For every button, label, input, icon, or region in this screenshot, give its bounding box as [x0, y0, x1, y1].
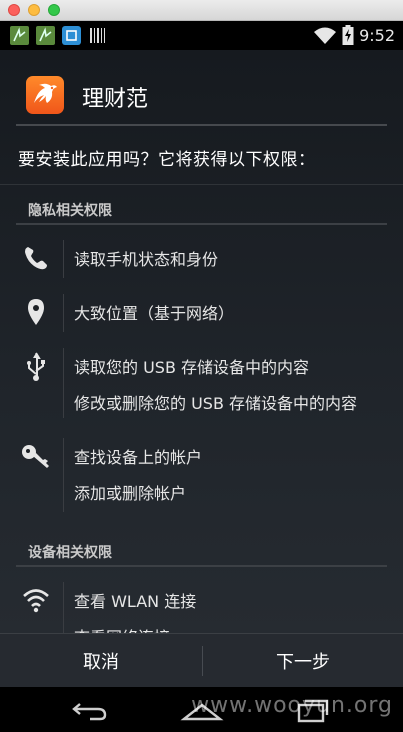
window-minimize-button[interactable] [28, 4, 40, 16]
window-close-button[interactable] [8, 4, 20, 16]
app-name: 理财范 [82, 87, 149, 112]
permission-item-network: 查看 WLAN 连接 查看网络连接 [0, 582, 403, 633]
phone-icon [20, 244, 52, 276]
permission-line: 查找设备上的帐户 [74, 448, 203, 467]
permission-item-location: 大致位置（基于网络） [0, 294, 403, 334]
permission-line: 添加或删除帐户 [74, 484, 187, 503]
section-title-privacy: 隐私相关权限 [28, 203, 112, 219]
barcode-icon [90, 28, 105, 43]
permission-line: 修改或删除您的 USB 存储设备中的内容 [74, 394, 358, 413]
navigation-bar: www.wooyun.org [0, 687, 403, 732]
usb-icon [20, 352, 52, 384]
notification-icon [10, 26, 29, 45]
header-divider [16, 124, 387, 126]
status-clock: 9:52 [359, 25, 395, 45]
next-button[interactable]: 下一步 [203, 634, 403, 687]
wifi-icon [20, 586, 52, 618]
notification-icon [36, 26, 55, 45]
window-zoom-button[interactable] [48, 4, 60, 16]
permission-item-phone-state: 读取手机状态和身份 [0, 240, 403, 280]
action-bar: 取消 下一步 [0, 633, 403, 687]
back-icon[interactable] [60, 687, 120, 732]
app-header: 理财范 [0, 50, 403, 126]
permission-line: 读取您的 USB 存储设备中的内容 [74, 358, 310, 377]
permission-line: 大致位置（基于网络） [74, 304, 235, 323]
location-pin-icon [20, 298, 52, 330]
watermark-text: www.wooyun.org [191, 693, 393, 718]
window-title-bar [0, 0, 403, 21]
permission-line: 查看 WLAN 连接 [74, 592, 197, 611]
permission-item-usb-storage: 读取您的 USB 存储设备中的内容 修改或删除您的 USB 存储设备中的内容 [0, 348, 403, 422]
install-dialog: 理财范 要安装此应用吗？它将获得以下权限： 隐私相关权限 读取手机状态和身份 大… [0, 50, 403, 633]
section-title-device: 设备相关权限 [28, 545, 112, 561]
app-logo-icon [26, 76, 64, 114]
key-icon [20, 442, 52, 474]
section-divider [16, 223, 387, 225]
permission-line: 读取手机状态和身份 [74, 250, 219, 269]
section-divider [16, 565, 387, 567]
status-bar: 9:52 [0, 21, 403, 50]
battery-charging-icon [342, 25, 354, 45]
permission-item-accounts: 查找设备上的帐户 添加或删除帐户 [0, 438, 403, 514]
install-question: 要安装此应用吗？它将获得以下权限： [18, 150, 316, 170]
notification-icons [10, 26, 107, 45]
wifi-icon [314, 27, 337, 44]
permission-line: 查看网络连接 [74, 624, 170, 633]
status-indicators: 9:52 [313, 25, 395, 45]
cancel-button[interactable]: 取消 [0, 634, 202, 687]
question-divider [0, 184, 403, 185]
screen-icon [62, 26, 81, 45]
